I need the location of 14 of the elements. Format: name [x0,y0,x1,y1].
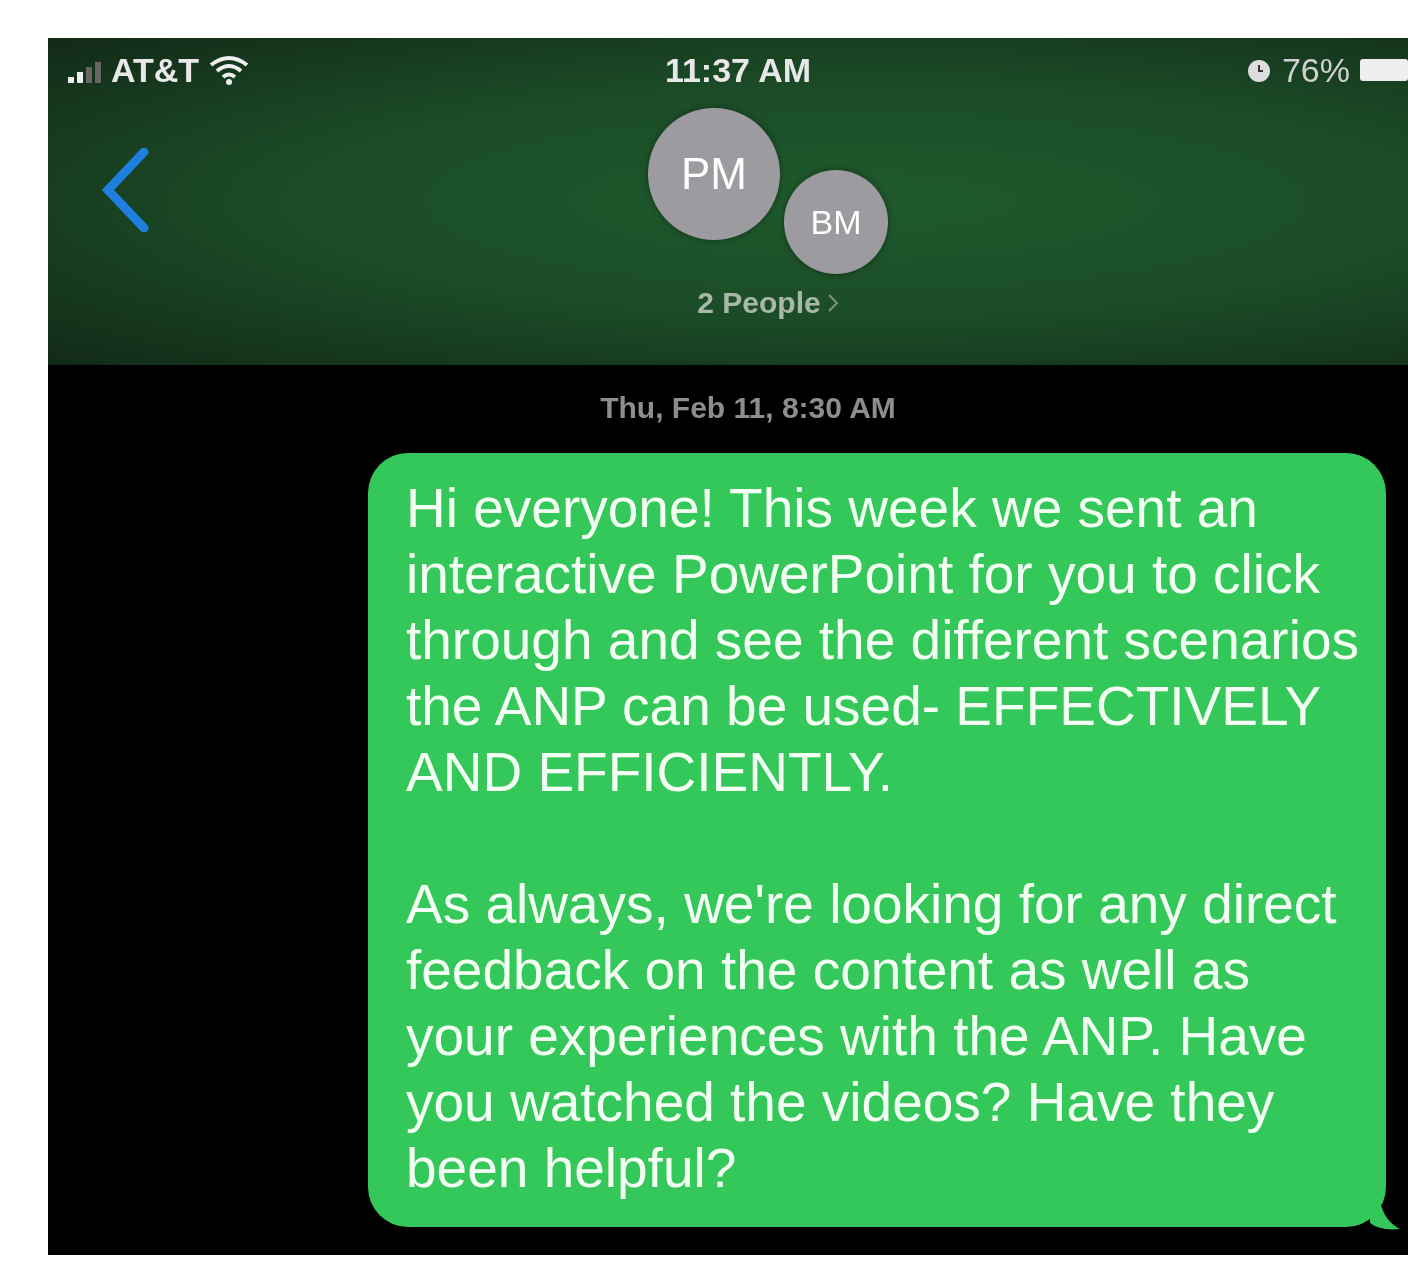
wifi-icon [209,55,250,85]
people-link[interactable]: 2 People [697,286,839,320]
alarm-icon [1245,57,1272,83]
clock-time: 11:37 AM [664,50,812,90]
message-text: As always, we're looking for any direct feedback on the content as well as your experiences with the ANP. Have you watched the videos? Have they been helpful? [406,872,1338,1201]
back-chevron-icon[interactable] [100,148,150,232]
chevron-icon [826,293,839,313]
message-timestamp: Thu, Feb 11, 8:30 AM [600,391,896,425]
battery-icon [1360,57,1408,83]
contact-avatar[interactable]: PM [648,108,780,240]
contact-avatar[interactable]: BM [784,170,888,274]
battery-percentage: 76% [1281,50,1350,90]
carrier-label: AT&T [111,50,200,90]
message-text: Hi everyone! This week we sent an interactive PowerPoint for you to click through and see the different scenarios the ANP can be used- EFFECTIVELY AND EFFICIENTLY. [406,476,1360,805]
